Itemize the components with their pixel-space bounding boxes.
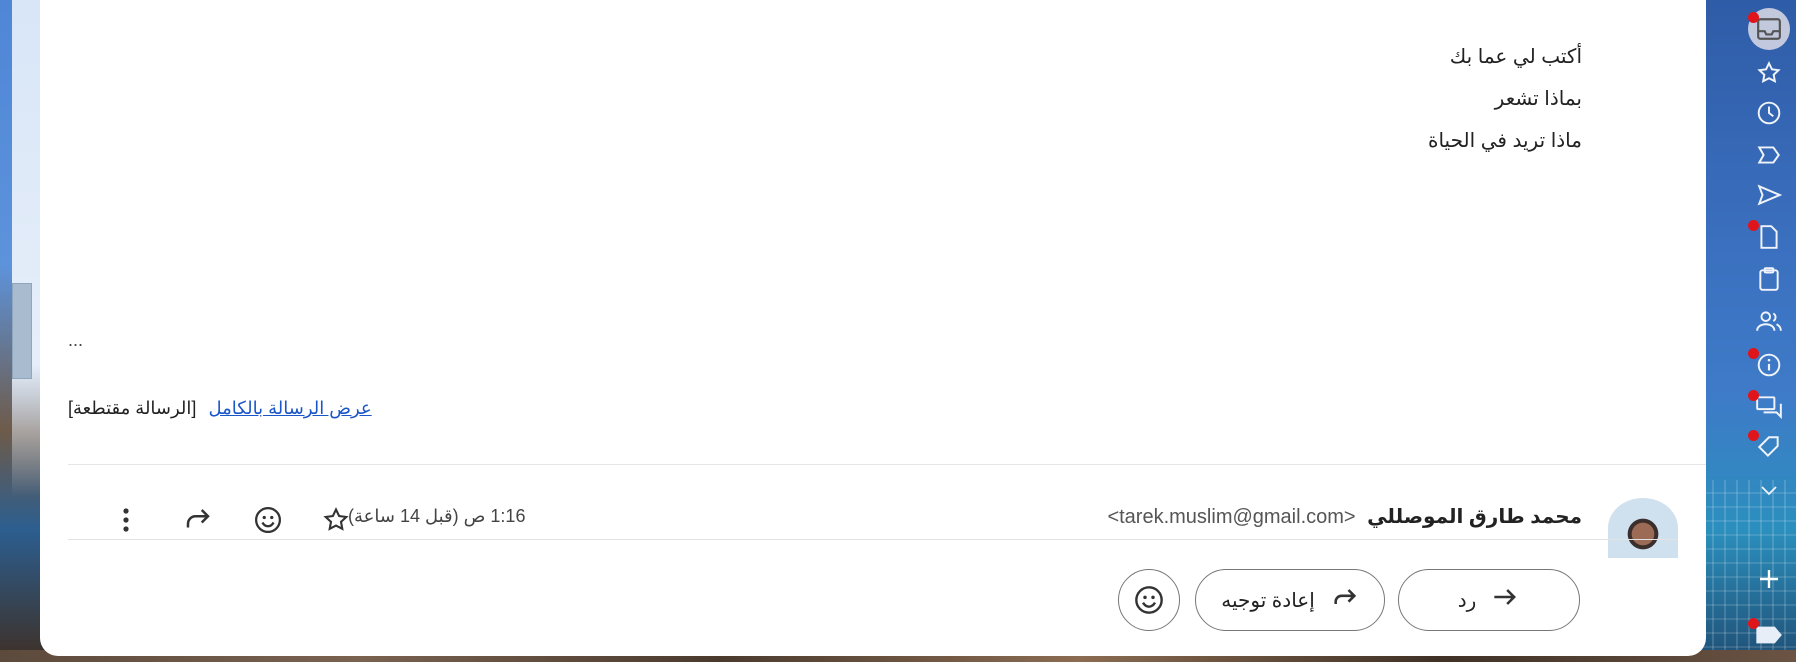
forward-button[interactable]: إعادة توجيه bbox=[1195, 569, 1385, 631]
send-icon[interactable] bbox=[1752, 178, 1786, 212]
draft-icon[interactable] bbox=[1748, 220, 1786, 254]
chat-icon[interactable] bbox=[1748, 390, 1786, 424]
view-full-message-link[interactable]: عرض الرسالة بالكامل bbox=[208, 398, 371, 419]
emoji-icon[interactable] bbox=[250, 502, 286, 538]
sender-info: محمد طارق الموصللي <tarek.muslim@gmail.c… bbox=[1107, 504, 1582, 529]
info-icon[interactable] bbox=[1748, 348, 1786, 382]
trimmed-content-ellipsis[interactable]: ... bbox=[68, 330, 83, 351]
body-line: ماذا تريد في الحياة bbox=[1427, 130, 1582, 152]
notification-dot bbox=[1748, 12, 1759, 23]
body-line: أكتب لي عما بك bbox=[1449, 46, 1582, 68]
label-icon[interactable] bbox=[1752, 138, 1786, 172]
clock-icon[interactable] bbox=[1752, 96, 1786, 130]
inbox-icon[interactable] bbox=[1748, 12, 1786, 46]
tag-icon[interactable] bbox=[1748, 430, 1786, 464]
message-body: أكتب لي عما بك بماذا تشعر ماذا تريد في ا… bbox=[982, 36, 1582, 162]
star-icon[interactable] bbox=[1752, 56, 1786, 90]
notification-dot bbox=[1748, 348, 1759, 359]
notification-dot bbox=[1748, 618, 1759, 629]
message-time: 1:16 ص (قبل 14 ساعة) bbox=[348, 506, 526, 526]
scrollbar-thumb[interactable] bbox=[12, 283, 32, 379]
clipped-notice: [الرسالة مقتطعة] عرض الرسالة بالكامل bbox=[68, 398, 372, 419]
chevron-down-icon[interactable] bbox=[1752, 474, 1786, 508]
add-icon[interactable] bbox=[1752, 562, 1786, 596]
reply-label: رد bbox=[1457, 589, 1477, 612]
notification-dot bbox=[1748, 430, 1759, 441]
message-header: محمد طارق الموصللي <tarek.muslim@gmail.c… bbox=[68, 474, 1706, 558]
reply-button[interactable]: رد bbox=[1398, 569, 1580, 631]
forward-label: إعادة توجيه bbox=[1221, 589, 1315, 612]
emoji-reaction-button[interactable] bbox=[1118, 569, 1180, 631]
star-icon[interactable] bbox=[318, 502, 354, 538]
body-line: بماذا تشعر bbox=[1494, 88, 1582, 110]
clipped-label: [الرسالة مقتطعة] bbox=[68, 398, 197, 418]
avatar[interactable] bbox=[1608, 498, 1678, 558]
divider bbox=[68, 539, 1678, 540]
notification-dot bbox=[1748, 390, 1759, 401]
clipboard-icon[interactable] bbox=[1752, 262, 1786, 296]
reply-arrow-icon bbox=[1492, 584, 1520, 616]
contacts-icon[interactable] bbox=[1752, 304, 1786, 338]
sender-name[interactable]: محمد طارق الموصللي bbox=[1367, 506, 1582, 528]
emoji-icon bbox=[1135, 586, 1163, 614]
more-options-icon[interactable] bbox=[108, 502, 144, 538]
label-tag-icon[interactable] bbox=[1748, 618, 1786, 652]
message-card: أكتب لي عما بك بماذا تشعر ماذا تريد في ا… bbox=[40, 0, 1706, 656]
forward-icon[interactable] bbox=[180, 502, 216, 538]
notification-dot bbox=[1748, 220, 1759, 231]
divider bbox=[68, 464, 1706, 465]
forward-arrow-icon bbox=[1331, 584, 1359, 616]
sender-email: <tarek.muslim@gmail.com> bbox=[1107, 506, 1356, 528]
